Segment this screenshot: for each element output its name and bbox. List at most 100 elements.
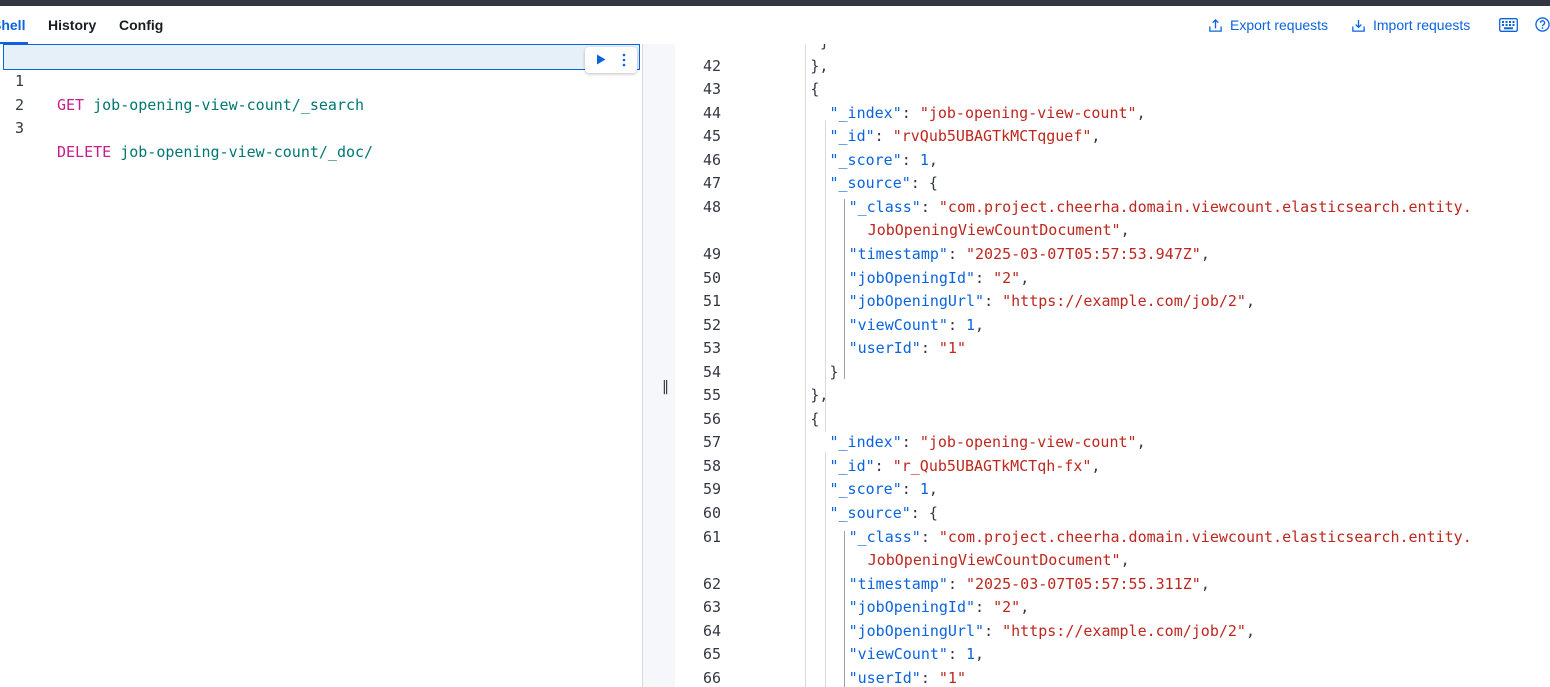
json-punctuation: : [901,103,920,122]
editor-line[interactable]: 2 [0,69,640,114]
send-request-button[interactable] [595,53,607,71]
json-punctuation: , [1120,221,1130,240]
json-punctuation: : { [910,174,938,193]
output-code: "_id": "rvQub5UBAGTkMCTqguef", [830,124,1101,148]
json-punctuation: : { [910,504,938,522]
output-code: "_index": "job-opening-view-count", [830,101,1146,125]
json-punctuation: : [901,150,920,169]
line-number: 54 [702,362,721,381]
line-number: 55 [702,386,721,405]
line-number: 42 [702,56,721,75]
json-punctuation: , [1200,244,1210,263]
output-code: "_id": "r_Qub5UBAGTkMCTqh-fx", [830,454,1101,478]
line-number: 52 [702,315,721,334]
output-line: 49 "timestamp": "2025-03-07T05:57:53.947Z… [675,242,1550,266]
export-requests-label: Export requests [1230,17,1329,33]
output-code: { [810,407,819,431]
json-key: "timestamp" [848,244,948,263]
tab-config[interactable]: Config [119,17,163,33]
json-punctuation: , [1245,621,1255,640]
json-punctuation: : [975,598,994,617]
line-number: 49 [702,244,721,263]
http-method: DELETE [57,143,112,161]
json-punctuation: : [874,127,893,146]
request-options-button[interactable] [621,52,627,73]
editor-line[interactable]: 3 DELETE job-opening-view-count/_doc/ [0,92,640,161]
output-code: "jobOpeningUrl": "https://example.com/jo… [849,619,1255,643]
output-code: }, [810,383,828,407]
json-key: "userId" [848,668,921,687]
output-line: 65 "viewCount": 1, [675,642,1550,666]
export-requests-button[interactable]: Export requests [1208,17,1328,33]
line-number: 57 [702,433,721,452]
json-punctuation: : [920,668,939,687]
json-number: 1 [966,645,976,664]
json-punctuation: { [810,409,820,428]
output-line: } [675,44,1550,54]
output-line: 55}, [675,383,1550,407]
line-number: 60 [702,504,721,522]
json-string: JobOpeningViewCountDocument" [867,551,1121,570]
json-punctuation: : [947,574,966,593]
json-key: "_id" [829,127,875,146]
line-number: 51 [702,292,721,311]
line-number: 64 [702,621,721,640]
json-key: "timestamp" [848,574,948,593]
json-number: 1 [966,315,976,334]
json-punctuation: : [984,292,1003,311]
json-key: "jobOpeningId" [848,268,976,287]
output-code: JobOpeningViewCountDocument", [868,218,1130,242]
request-actions-panel [585,47,637,73]
output-line: 59 "_score": 1, [675,477,1550,501]
output-line: 66 "userId": "1" [675,666,1550,687]
json-string: "com.project.cheerha.domain.viewcount.el… [938,527,1472,546]
json-punctuation: , [1091,127,1101,146]
output-line: 50 "jobOpeningId": "2", [675,266,1550,290]
help-icon [1535,17,1550,32]
output-line: 60 "_source": { [675,501,1550,525]
json-punctuation: , [1020,598,1030,617]
json-punctuation: , [975,645,985,664]
json-punctuation: , [1136,433,1146,452]
play-icon [597,54,606,65]
output-code: "_source": { [830,171,938,195]
import-requests-label: Import requests [1373,17,1471,33]
import-requests-button[interactable]: Import requests [1351,17,1470,33]
output-line: 48 "_class": "com.project.cheerha.domain.… [675,195,1550,219]
output-line: 47 "_source": { [675,171,1550,195]
line-number: 48 [702,197,721,216]
line-number: 61 [702,527,721,546]
line-number: 62 [702,574,721,593]
json-punctuation: , [1120,551,1130,570]
output-code: "userId": "1" [849,666,966,687]
json-punctuation: : [901,433,920,452]
output-code: } [820,44,829,54]
json-string: "1" [938,339,966,358]
tab-shell[interactable]: Shell [0,17,25,33]
response-output-panel[interactable]: } 42}, 43 {44 "_index": "job-opening-view-co… [675,44,1550,687]
json-punctuation: } [820,44,829,51]
panel-resizer[interactable]: ‖ [643,44,675,687]
json-punctuation: }, [810,56,829,75]
json-key: "_score" [829,150,902,169]
keyboard-shortcuts-button[interactable] [1499,18,1518,37]
json-key: "_source" [829,504,911,522]
json-number: 1 [919,150,929,169]
json-punctuation: { [810,80,820,99]
output-line: 57 "_index": "job-opening-view-count", [675,430,1550,454]
output-code: "jobOpeningId": "2", [849,266,1030,290]
output-code: "_class": "com.project.cheerha.domain.vi… [849,525,1472,549]
json-key: "_index" [829,103,902,122]
import-icon [1352,19,1365,32]
json-key: "jobOpeningUrl" [848,621,985,640]
editor-line[interactable]: 1 GET job-opening-view-count/_search [0,45,640,114]
help-button[interactable] [1535,17,1550,37]
line-number: 53 [702,339,721,358]
json-punctuation: : [920,527,939,546]
line-number: 43 [702,80,721,99]
output-code: "_score": 1, [830,148,938,172]
tab-history[interactable]: History [48,17,96,33]
output-line: 62 "timestamp": "2025-03-07T05:57:55.311Z… [675,572,1550,596]
line-number: 63 [702,598,721,617]
json-punctuation: : [901,480,920,499]
